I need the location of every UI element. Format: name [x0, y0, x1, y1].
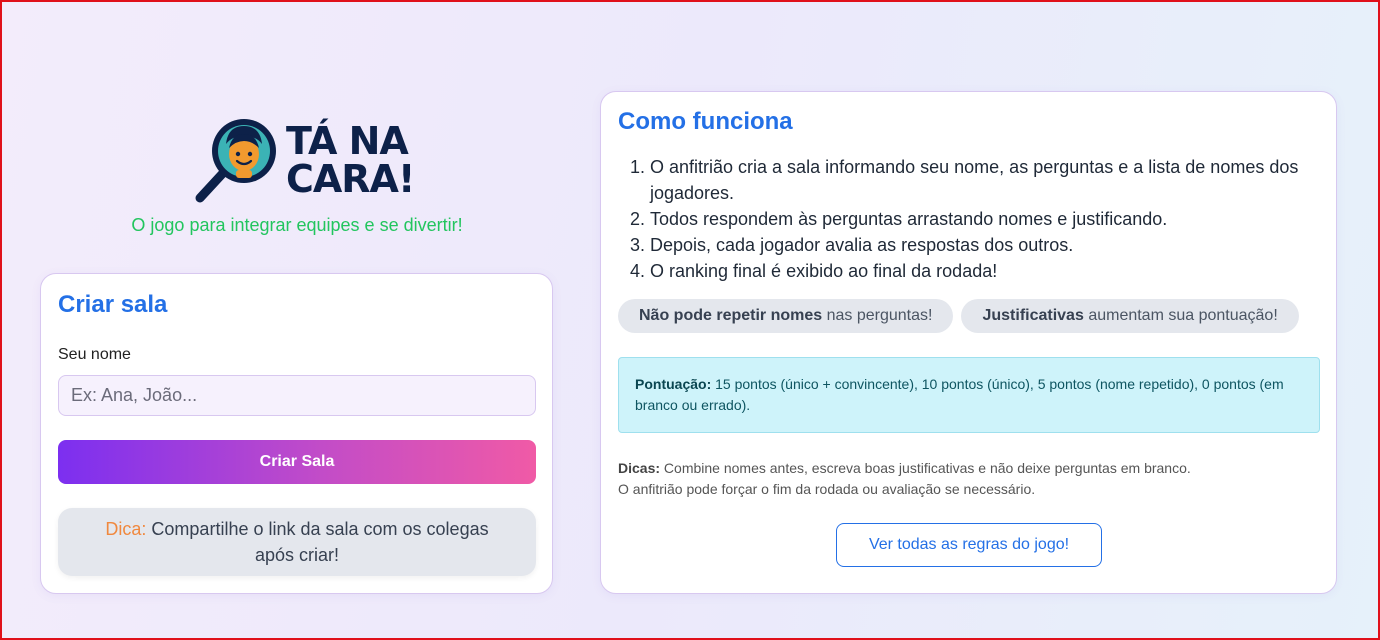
steps-list: O anfitrião cria a sala informando seu n…: [650, 154, 1322, 284]
step-item: Depois, cada jogador avalia as respostas…: [650, 232, 1322, 258]
scoring-label: Pontuação:: [635, 376, 712, 392]
pill-text: nas perguntas!: [826, 307, 933, 324]
step-item: O ranking final é exibido ao final da ro…: [650, 258, 1322, 284]
create-room-title: Criar sala: [58, 291, 168, 318]
rule-pills: Não pode repetir nomes nas perguntas! Ju…: [618, 299, 1299, 333]
tip-text: Compartilhe o link da sala com os colega…: [151, 519, 489, 565]
hints-line-2: O anfitrião pode forçar o fim da rodada …: [618, 481, 1036, 497]
scoring-box: Pontuação: 15 pontos (único + convincent…: [618, 357, 1320, 433]
hints: Dicas: Combine nomes antes, escreva boas…: [618, 458, 1318, 500]
hints-line-1: Combine nomes antes, escreva boas justif…: [663, 460, 1191, 476]
create-room-button[interactable]: Criar Sala: [58, 440, 536, 484]
tip-prefix: Dica:: [105, 519, 147, 539]
logo-line-1: TÁ NA: [286, 119, 409, 163]
name-label: Seu nome: [58, 346, 131, 363]
tip-box: Dica: Compartilhe o link da sala com os …: [58, 508, 536, 576]
rule-pill-no-repeat: Não pode repetir nomes nas perguntas!: [618, 299, 954, 333]
scoring-text: 15 pontos (único + convincente), 10 pont…: [635, 376, 1284, 413]
pill-text: aumentam sua pontuação!: [1088, 307, 1278, 324]
name-input[interactable]: [58, 375, 536, 416]
how-it-works-title: Como funciona: [618, 108, 793, 135]
logo-line-2: CARA!: [286, 157, 415, 201]
logo-wordmark: TÁ NA CARA!: [286, 119, 415, 201]
hints-label: Dicas:: [618, 460, 661, 476]
step-item: Todos respondem às perguntas arrastando …: [650, 206, 1322, 232]
pill-bold: Justificativas: [982, 307, 1084, 324]
app-logo: TÁ NA CARA!: [192, 114, 415, 206]
step-item: O anfitrião cria a sala informando seu n…: [650, 154, 1322, 206]
tagline: O jogo para integrar equipes e se divert…: [131, 215, 463, 235]
how-it-works-card: Como funciona O anfitrião cria a sala in…: [600, 91, 1337, 594]
create-room-card: Criar sala Seu nome Criar Sala Dica: Com…: [40, 273, 553, 594]
magnifier-face-icon: [195, 119, 276, 203]
pill-bold: Não pode repetir nomes: [639, 307, 823, 324]
view-rules-button[interactable]: Ver todas as regras do jogo!: [836, 523, 1102, 567]
rule-pill-justifications: Justificativas aumentam sua pontuação!: [961, 299, 1299, 333]
